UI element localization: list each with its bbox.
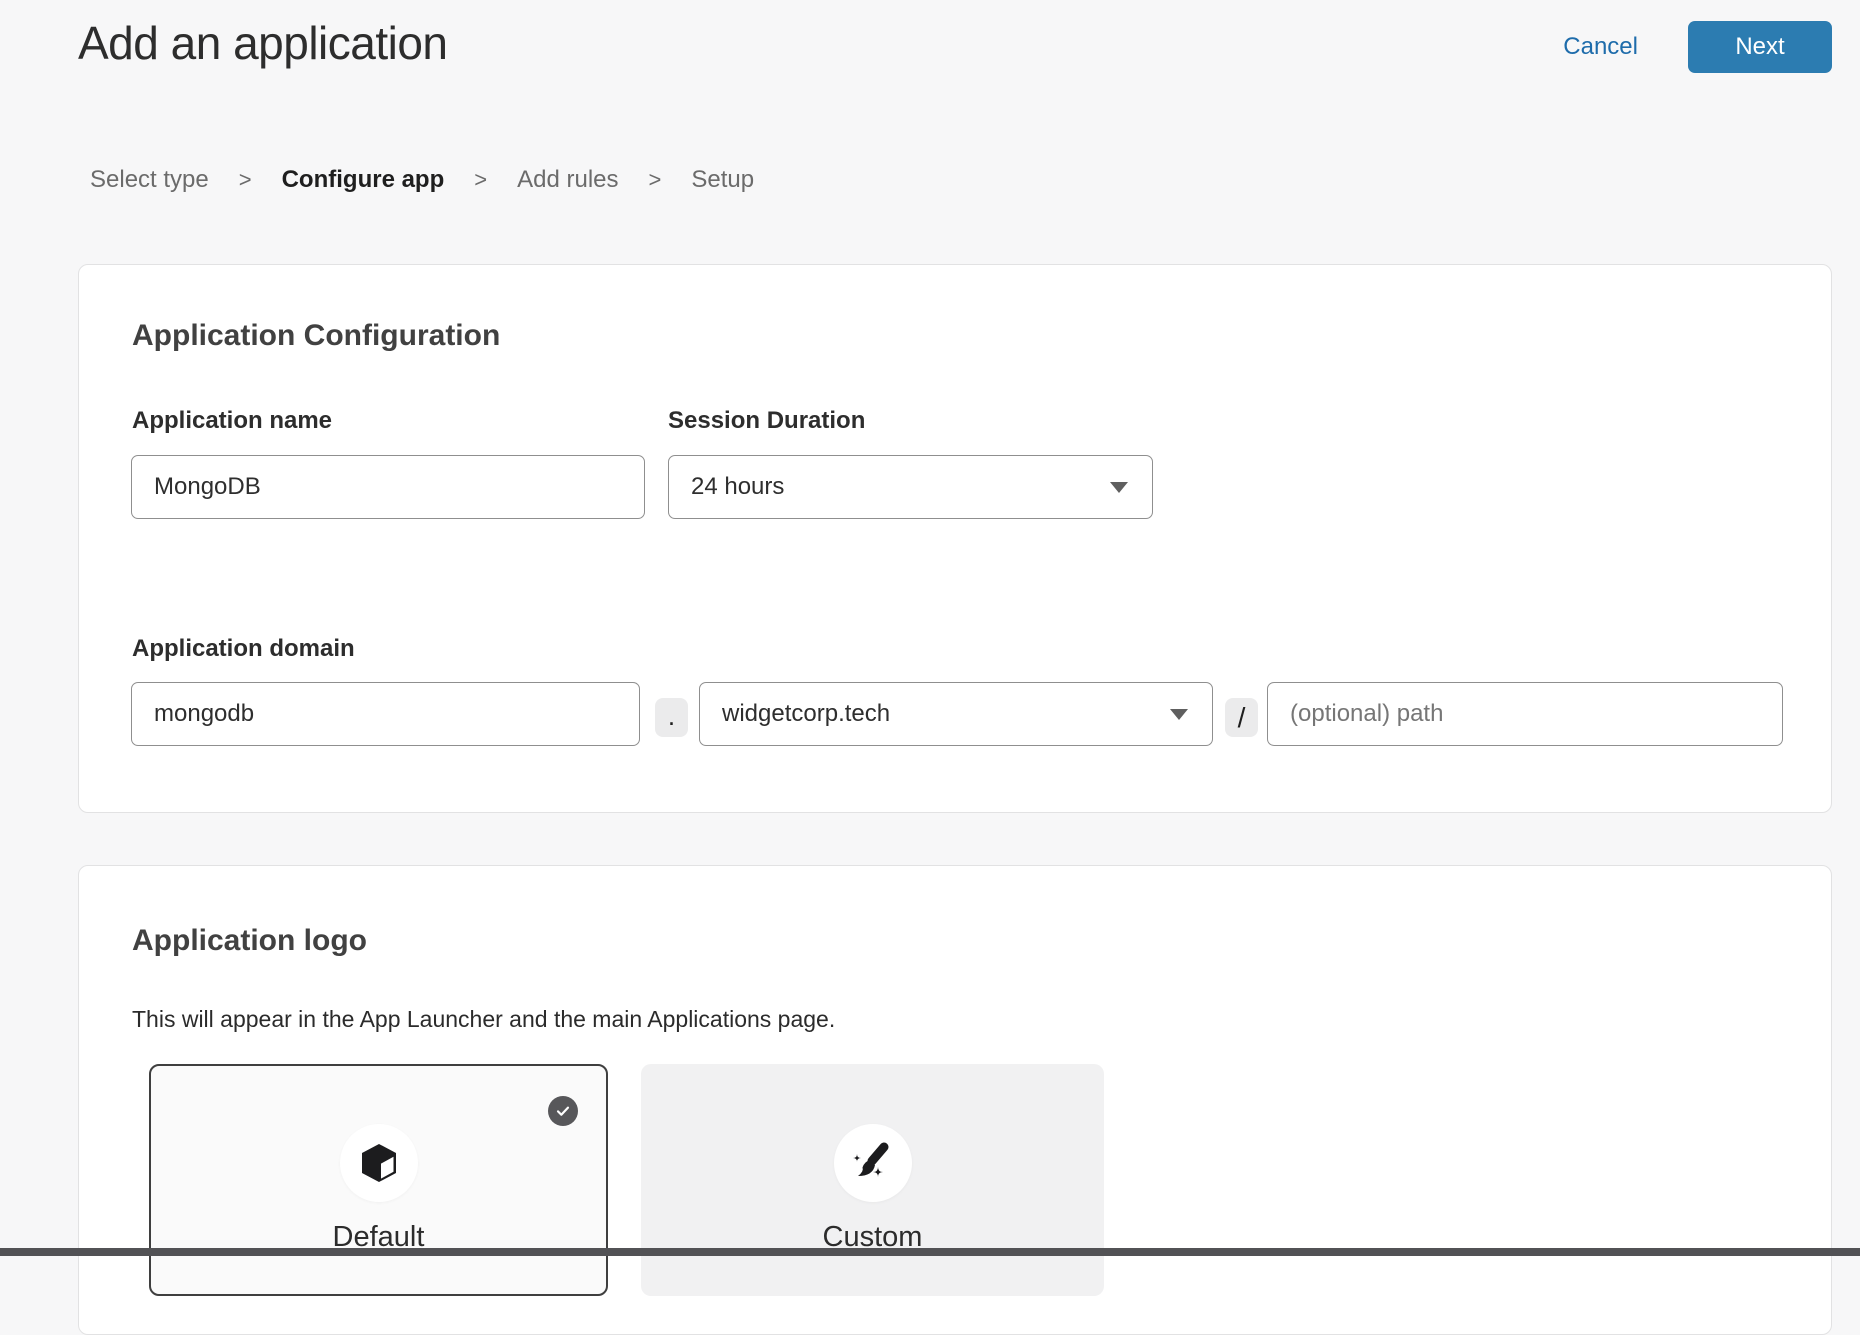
next-button[interactable]: Next — [1688, 21, 1832, 73]
step-configure-app[interactable]: Configure app — [282, 166, 445, 194]
session-duration-select[interactable]: 24 hours — [668, 455, 1153, 519]
page-title: Add an application — [78, 16, 448, 70]
breadcrumb-separator: > — [649, 167, 662, 193]
cube-icon — [340, 1124, 418, 1202]
session-duration-value: 24 hours — [691, 473, 784, 501]
cancel-button[interactable]: Cancel — [1563, 33, 1638, 61]
breadcrumb-separator: > — [239, 167, 252, 193]
step-select-type[interactable]: Select type — [90, 166, 209, 194]
bottom-edge-bar — [0, 1248, 1860, 1256]
logo-heading: Application logo — [132, 924, 367, 958]
chevron-down-icon — [1110, 482, 1128, 493]
logo-description: This will appear in the App Launcher and… — [132, 1006, 835, 1033]
header-actions: Cancel Next — [1563, 21, 1832, 73]
session-duration-label: Session Duration — [668, 407, 865, 435]
application-logo-card: Application logo This will appear in the… — [78, 865, 1832, 1335]
dot-separator: . — [655, 698, 688, 737]
application-name-label: Application name — [132, 407, 332, 435]
chevron-down-icon — [1170, 709, 1188, 720]
application-configuration-card: Application Configuration Application na… — [78, 264, 1832, 813]
domain-value: widgetcorp.tech — [722, 700, 890, 728]
selected-check-icon — [548, 1096, 578, 1126]
breadcrumb: Select type > Configure app > Add rules … — [90, 166, 754, 194]
page: { "header": { "title": "Add an applicati… — [0, 0, 1860, 1256]
configuration-heading: Application Configuration — [132, 319, 500, 353]
application-name-input[interactable] — [131, 455, 645, 519]
application-domain-label: Application domain — [132, 635, 355, 663]
step-add-rules[interactable]: Add rules — [517, 166, 618, 194]
logo-option-default[interactable]: Default — [149, 1064, 608, 1296]
domain-select[interactable]: widgetcorp.tech — [699, 682, 1213, 746]
subdomain-input[interactable] — [131, 682, 640, 746]
logo-option-custom[interactable]: Custom — [641, 1064, 1104, 1296]
step-setup[interactable]: Setup — [691, 166, 754, 194]
path-input[interactable] — [1267, 682, 1783, 746]
slash-separator: / — [1225, 698, 1258, 737]
breadcrumb-separator: > — [474, 167, 487, 193]
paintbrush-icon — [834, 1124, 912, 1202]
